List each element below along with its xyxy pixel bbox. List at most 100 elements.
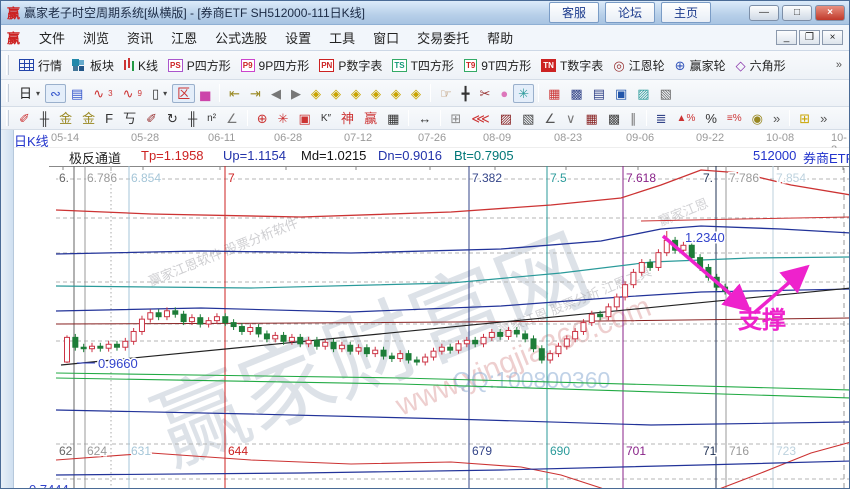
toolbar1-overflow-chevron[interactable]: » (833, 59, 845, 71)
tb2-zone[interactable]: 区 (172, 84, 195, 103)
menu-item-8[interactable]: 交易委托 (408, 26, 478, 49)
tb2-save[interactable]: ▣ (610, 84, 632, 103)
tb3-percent-lines[interactable]: ≡% (722, 109, 747, 128)
tb3-cycle-circle[interactable]: ↻ (162, 109, 183, 128)
tb2-cut[interactable]: ✂ (474, 84, 495, 103)
tb3-grid-dark[interactable]: ▩ (603, 109, 625, 128)
tb2-next[interactable]: ▶ (286, 84, 306, 103)
candle-body (323, 342, 328, 346)
tb1-button-6[interactable]: TST四方形 (387, 54, 459, 77)
tb3-yellow-grid[interactable]: ⊞ (794, 109, 815, 128)
mdi-close-button[interactable]: × (822, 30, 843, 45)
tb3-pen[interactable]: ✐ (14, 109, 35, 128)
tb3-fan-box[interactable]: ▨ (495, 109, 517, 128)
tb3-angle[interactable]: ∠ (221, 109, 243, 128)
tb2-first-bar[interactable]: ⇤ (224, 84, 245, 103)
tb2-notes[interactable]: ▤ (588, 84, 610, 103)
menu-item-5[interactable]: 设置 (276, 26, 320, 49)
tb2-calendar[interactable]: ▦ (543, 84, 565, 103)
tb2-kline-style[interactable]: 日▾ (14, 84, 45, 103)
tb2-prev[interactable]: ◀ (266, 84, 286, 103)
tb1-button-0[interactable]: 行情 (14, 54, 67, 77)
chart-area[interactable]: 赢家财富网www.yingjia360.comQQ:100800360赢家江恩软… (1, 166, 850, 489)
tb2-brain[interactable]: ✳ (513, 84, 534, 103)
menu-item-2[interactable]: 资讯 (118, 26, 162, 49)
minimize-button[interactable]: — (749, 5, 779, 21)
tb3-gold-ratio-2[interactable]: 金 (77, 109, 100, 128)
tb3-fence[interactable]: ╫ (35, 109, 54, 128)
tb3-gold-ratio[interactable]: 金 (54, 109, 77, 128)
kline-chart[interactable]: 赢家财富网www.yingjia360.comQQ:100800360赢家江恩软… (1, 166, 850, 489)
tb1-button-1[interactable]: 板块 (67, 54, 119, 77)
tb3-gold-circle[interactable]: ◉ (747, 109, 768, 128)
tb3-grid-tool[interactable]: ⊞ (445, 109, 466, 128)
tb3-gann-box[interactable]: ▣ (294, 109, 316, 128)
tb2-hand[interactable]: ☞ (435, 84, 457, 103)
tb3-shen-tool[interactable]: 神 (336, 109, 359, 128)
tb3-percent[interactable]: % (700, 109, 722, 128)
tb2-zoom-in-all[interactable]: ◈ (406, 84, 426, 103)
tb2-color-bars[interactable]: ▅ (195, 84, 215, 103)
tb2-wave-9[interactable]: ∿9 (118, 84, 147, 103)
tb2-print[interactable]: ▧ (655, 84, 677, 103)
tb1-button-4[interactable]: P99P四方形 (236, 54, 314, 77)
menu-item-7[interactable]: 窗口 (364, 26, 408, 49)
menu-item-6[interactable]: 工具 (320, 26, 364, 49)
tb2-last-bar[interactable]: ⇥ (245, 84, 266, 103)
tb1-button-3[interactable]: PSP四方形 (163, 54, 236, 77)
close-button[interactable]: × (815, 5, 845, 21)
tb3-stats[interactable]: ≣ (651, 109, 672, 128)
tb2-zoom-in-h[interactable]: ◈ (366, 84, 386, 103)
tb1-button-11[interactable]: ◇六角形 (731, 54, 791, 77)
mdi-minimize-button[interactable]: _ (776, 30, 797, 45)
tb3-trend-lines[interactable]: ∠ (539, 109, 561, 128)
tb3-more-1[interactable]: » (768, 109, 785, 128)
tb2-pan-right[interactable]: ◈ (326, 84, 346, 103)
tb1-button-10[interactable]: ⊕赢家轮 (670, 54, 731, 77)
tb3-fence-2[interactable]: ╫ (183, 109, 202, 128)
tb3-square-of-nine[interactable]: n² (202, 109, 221, 128)
tb3-fibonacci[interactable]: F (100, 109, 118, 128)
tb3-grid-red[interactable]: ▦ (581, 109, 603, 128)
tb3-gann-star[interactable]: ✳ (273, 109, 294, 128)
tb1-button-5[interactable]: PNP数字表 (314, 54, 387, 77)
tb3-parallel-lines[interactable]: ∥ (625, 109, 642, 128)
tb3-percent-up[interactable]: ▲% (672, 109, 701, 128)
menu-item-0[interactable]: 文件 (30, 26, 74, 49)
mdi-restore-button[interactable]: ❐ (799, 30, 820, 45)
tb3-zigzag[interactable]: ∨ (561, 109, 581, 128)
tb3-angle-box[interactable]: ▧ (517, 109, 539, 128)
title-button-0[interactable]: 客服 (549, 2, 599, 23)
tb2-pan-left[interactable]: ◈ (306, 84, 326, 103)
tb1-button-9[interactable]: ◎江恩轮 (608, 54, 669, 77)
tb3-gann-circle[interactable]: ⊕ (252, 109, 273, 128)
tb2-candle-style[interactable]: ▯▾ (147, 84, 172, 103)
tb3-spiral[interactable]: 丂 (118, 109, 141, 128)
tb3-fan-lines[interactable]: ⋘ (466, 109, 495, 128)
menu-item-9[interactable]: 帮助 (478, 26, 522, 49)
tb2-chip[interactable]: ● (495, 84, 513, 103)
tb1-button-7[interactable]: T99T四方形 (459, 54, 536, 77)
tb3-ruler[interactable]: ▦ (382, 109, 404, 128)
tb3-more-2[interactable]: » (815, 109, 832, 128)
tb2-zoom-out-h[interactable]: ◈ (346, 84, 366, 103)
tb2-wave-3[interactable]: ∿3 (88, 84, 117, 103)
maximize-button[interactable]: □ (782, 5, 812, 21)
tb1-button-2[interactable]: K线 (119, 54, 163, 77)
tb2-image-export[interactable]: ▨ (632, 84, 654, 103)
menu-item-3[interactable]: 江恩 (162, 26, 206, 49)
tb1-button-8[interactable]: TNT数字表 (536, 54, 608, 77)
title-button-1[interactable]: 论坛 (605, 2, 655, 23)
menu-item-1[interactable]: 浏览 (74, 26, 118, 49)
tb3-measure-h[interactable]: ↔ (413, 109, 436, 128)
tb2-list[interactable]: ▤ (66, 84, 88, 103)
tb2-zoom-out-all[interactable]: ◈ (386, 84, 406, 103)
tb3-k-mark[interactable]: K″ (316, 109, 336, 128)
tb2-calculator[interactable]: ▩ (565, 84, 587, 103)
menu-item-4[interactable]: 公式选股 (206, 26, 276, 49)
tb2-channel[interactable]: ∾ (45, 84, 66, 103)
tb3-ying-tool[interactable]: 赢 (359, 109, 382, 128)
title-button-2[interactable]: 主页 (661, 2, 711, 23)
tb2-crosshair[interactable]: ╋ (457, 84, 475, 103)
tb3-pen-2[interactable]: ✐ (141, 109, 162, 128)
